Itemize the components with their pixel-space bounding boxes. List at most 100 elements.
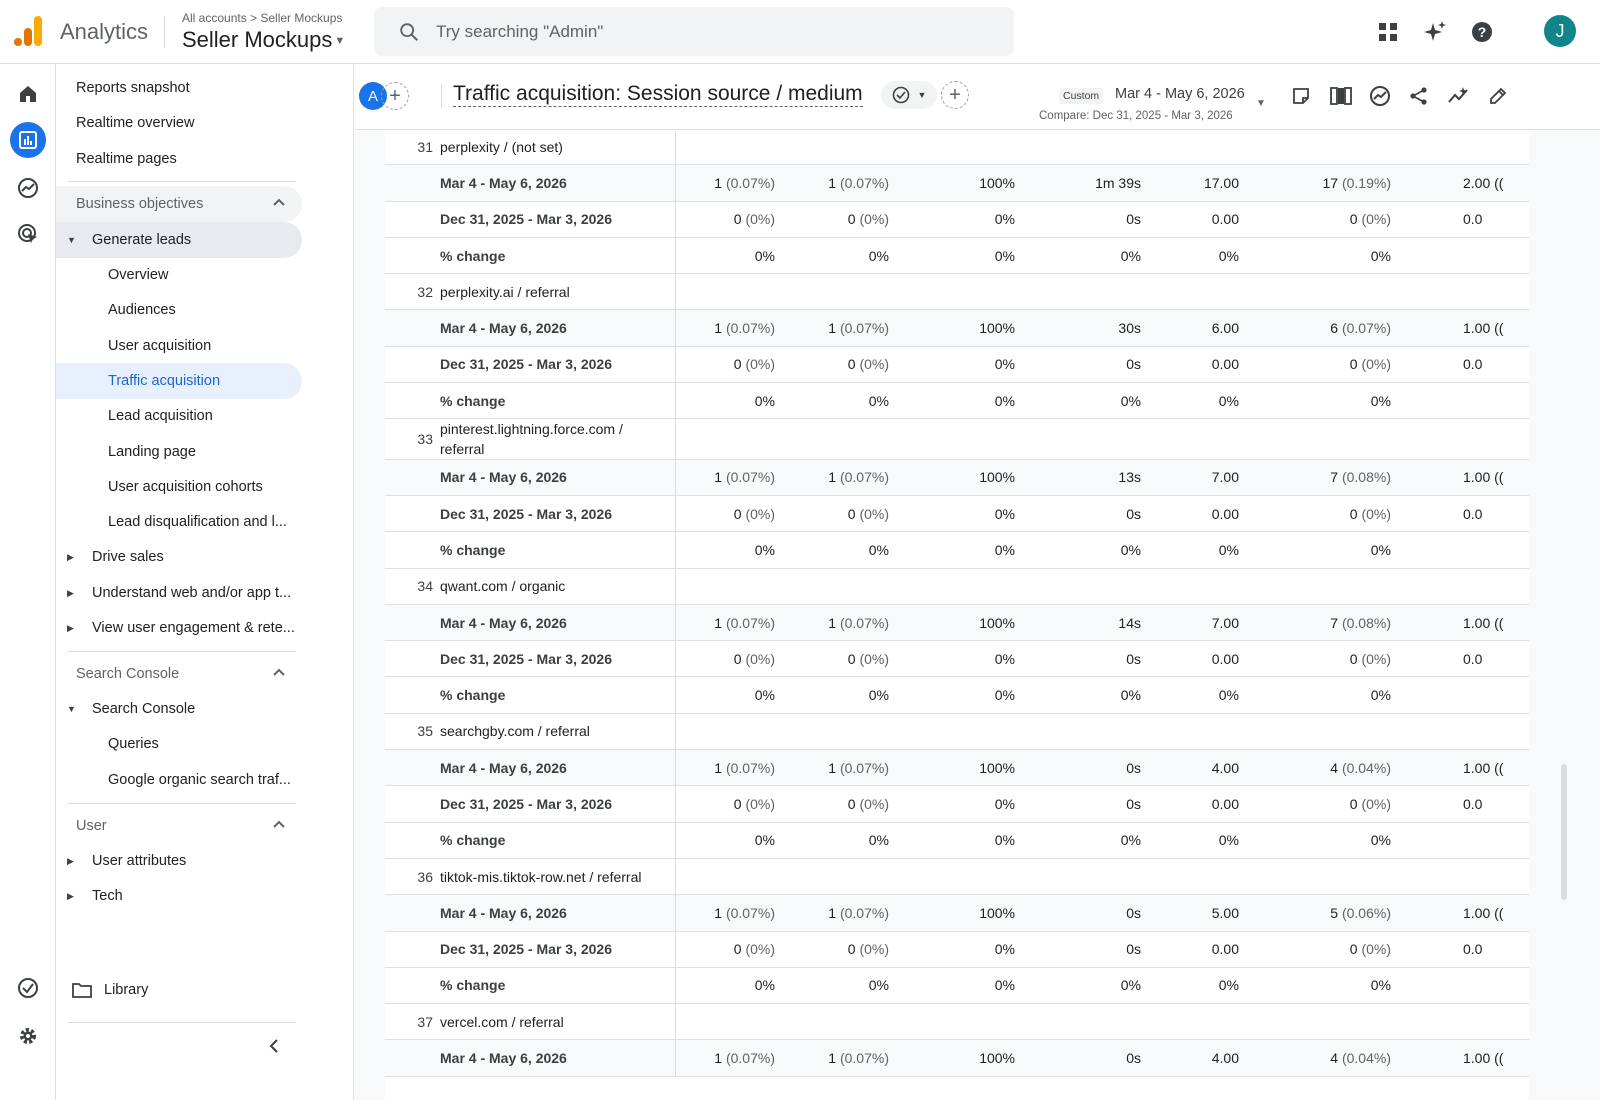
compare-icon[interactable]: [1328, 83, 1354, 109]
metric-value: 0%: [994, 211, 1015, 228]
scrollbar[interactable]: [1561, 764, 1567, 900]
apps-grid-icon[interactable]: [1374, 18, 1402, 46]
divider: [68, 803, 296, 804]
metric-cell: 0%: [785, 542, 889, 558]
metric-cell: 0%: [1025, 832, 1141, 848]
dimension-cell[interactable]: searchgby.com / referral: [440, 721, 670, 741]
dimension-cell[interactable]: perplexity / (not set): [440, 137, 670, 157]
share-icon[interactable]: [1406, 83, 1432, 109]
sidebar-item-tech[interactable]: ▶ Tech: [56, 878, 302, 914]
metric-cell: 0 (0%): [1255, 211, 1391, 227]
breadcrumb[interactable]: All accounts > Seller Mockups: [182, 11, 342, 25]
collapse-sidebar-button[interactable]: [260, 1032, 288, 1060]
page-title[interactable]: Traffic acquisition: Session source / me…: [453, 82, 863, 107]
dimension-cell[interactable]: qwant.com / organic: [440, 576, 670, 596]
sidebar-item-user-attributes[interactable]: ▶ User attributes: [56, 843, 302, 879]
edit-icon[interactable]: [1485, 83, 1511, 109]
metric-percent: (0.07%): [725, 469, 775, 486]
home-icon[interactable]: [10, 76, 46, 112]
sidebar-item-generate-leads[interactable]: ▼ Generate leads: [56, 222, 302, 258]
avatar[interactable]: J: [1544, 15, 1576, 47]
metric-value: 1: [828, 469, 837, 486]
library-link[interactable]: Library: [72, 972, 148, 1008]
metric-cell: 4.00: [1145, 760, 1239, 776]
caret-down-icon[interactable]: ▼: [1256, 98, 1266, 109]
table-row: Dec 31, 2025 - Mar 3, 2026 0 (0%) 0 (0%) 0%…: [385, 786, 1529, 823]
metric-value: 0: [733, 211, 742, 228]
reports-icon[interactable]: [10, 122, 46, 158]
sidebar-item-user-acquisition[interactable]: User acquisition: [56, 328, 302, 364]
data-table: 31 perplexity / (not set) Mar 4 - May 6, 2…: [385, 131, 1529, 1100]
metric-value: 0%: [994, 650, 1015, 667]
metric-cell: 2.00 ((: [1405, 175, 1529, 191]
compare-range[interactable]: Compare: Dec 31, 2025 - Mar 3, 2026: [1039, 110, 1233, 122]
search-bar[interactable]: [374, 7, 1014, 56]
dimension-cell[interactable]: vercel.com / referral: [440, 1012, 670, 1032]
metric-cell: 1.00 ((: [1405, 615, 1529, 631]
metric-value: 0%: [868, 247, 889, 264]
section-search-console[interactable]: Search Console: [56, 656, 302, 692]
sidebar-item-google-organic[interactable]: Google organic search traf...: [56, 762, 302, 798]
settings-icon[interactable]: [10, 1018, 46, 1054]
advertising-icon[interactable]: [10, 216, 46, 252]
sparkle-icon[interactable]: [1421, 18, 1449, 46]
section-business-objectives[interactable]: Business objectives: [56, 186, 302, 222]
sidebar-item-lead-acquisition[interactable]: Lead acquisition: [56, 398, 302, 434]
analytics-logo[interactable]: [14, 16, 42, 46]
sidebar-item-overview[interactable]: Overview: [56, 257, 302, 293]
sidebar-item-landing-page[interactable]: Landing page: [56, 434, 302, 470]
metric-percent: (0%): [859, 941, 889, 958]
metric-percent: (0%): [859, 356, 889, 373]
date-range[interactable]: Mar 4 - May 6, 2026: [1115, 86, 1245, 102]
sidebar-item-queries[interactable]: Queries: [56, 726, 302, 762]
sidebar-item-user-acquisition-cohorts[interactable]: User acquisition cohorts: [56, 469, 302, 505]
add-comparison-button[interactable]: +: [381, 82, 409, 110]
sidebar-item-realtime-overview[interactable]: Realtime overview: [56, 105, 302, 141]
sidebar-item-search-console[interactable]: ▼ Search Console: [56, 691, 302, 727]
chevron-left-icon: [269, 1039, 278, 1053]
metric-value: 0.0: [1463, 795, 1483, 812]
sidebar-item-realtime-pages[interactable]: Realtime pages: [56, 141, 302, 177]
sidebar-item-understand-web[interactable]: ▶ Understand web and/or app t...: [56, 575, 302, 611]
sidebar-item-reports-snapshot[interactable]: Reports snapshot: [56, 70, 302, 106]
metric-value: 0%: [1218, 247, 1239, 264]
metric-cell: 5 (0.06%): [1255, 905, 1391, 921]
sidebar-item-lead-disqualification[interactable]: Lead disqualification and l...: [56, 504, 302, 540]
caret-down-icon: ▼: [334, 35, 346, 48]
trend-icon[interactable]: [1446, 83, 1472, 109]
dimension-cell[interactable]: perplexity.ai / referral: [440, 282, 670, 302]
search-input[interactable]: [436, 7, 996, 56]
metric-cell: 1 (0.07%): [785, 905, 889, 921]
section-user[interactable]: User: [56, 808, 302, 844]
metric-percent: (0.07%): [839, 1050, 889, 1067]
annotation-icon[interactable]: [1288, 83, 1314, 109]
add-filter-button[interactable]: +: [941, 81, 969, 109]
metric-cell: 1.00 ((: [1405, 320, 1529, 336]
sidebar-item-view-user-engagement[interactable]: ▶ View user engagement & rete...: [56, 610, 302, 646]
property-selector[interactable]: Seller Mockups ▼: [182, 27, 345, 53]
dimension-cell[interactable]: tiktok-mis.tiktok-row.net / referral: [440, 867, 670, 887]
table-group-row: 31 perplexity / (not set): [385, 131, 1529, 166]
insights-icon[interactable]: [1367, 83, 1393, 109]
check-circle-icon[interactable]: [10, 970, 46, 1006]
table-body: 31 perplexity / (not set) Mar 4 - May 6, 2…: [385, 131, 1529, 1077]
row-index: 32: [417, 283, 433, 300]
table-row: % change 0% 0% 0% 0% 0% 0%: [385, 383, 1529, 420]
help-icon[interactable]: ?: [1468, 18, 1496, 46]
metric-cell: 0s: [1025, 1050, 1141, 1066]
metric-value: 0%: [868, 541, 889, 558]
metric-cell: 0%: [905, 393, 1015, 409]
sidebar-item-traffic-acquisition[interactable]: Traffic acquisition: [56, 363, 302, 399]
metric-value: 0: [1349, 941, 1358, 958]
metric-cell: 1.00 ((: [1405, 905, 1529, 921]
report-status-chip[interactable]: ▼: [881, 81, 937, 109]
metric-cell: 0%: [675, 687, 775, 703]
metric-cell: 0%: [785, 687, 889, 703]
metric-cell: 0%: [905, 356, 1015, 372]
sidebar-item-drive-sales[interactable]: ▶ Drive sales: [56, 539, 302, 575]
explore-icon[interactable]: [10, 170, 46, 206]
sidebar-item-audiences[interactable]: Audiences: [56, 292, 302, 328]
metric-cell: 6.00: [1145, 320, 1239, 336]
dimension-cell[interactable]: pinterest.lightning.force.com / referral: [440, 419, 670, 459]
metric-value: 1: [714, 174, 723, 191]
